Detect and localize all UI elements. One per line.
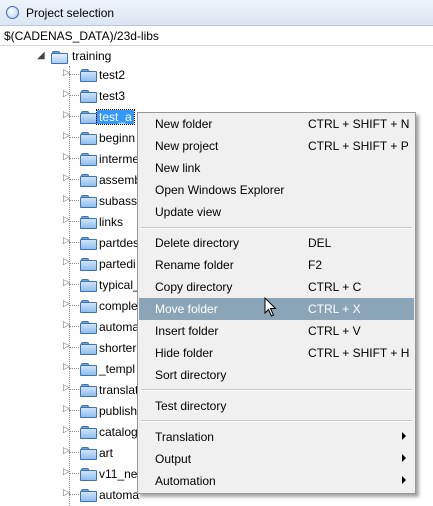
expand-arrow-icon[interactable]: ▷ — [63, 109, 70, 120]
expand-arrow-icon[interactable]: ▷ — [63, 466, 70, 477]
tree-item-label[interactable]: typical_ — [99, 278, 140, 292]
menu-separator — [141, 227, 412, 229]
folder-icon — [80, 195, 97, 208]
expand-arrow-icon[interactable]: ▷ — [63, 88, 70, 99]
folder-icon — [80, 447, 97, 460]
tree-item[interactable]: ▷ test3 — [0, 85, 433, 107]
globe-icon — [6, 6, 19, 19]
folder-icon — [80, 468, 97, 481]
tree-item-label[interactable]: catalog — [99, 425, 138, 439]
expand-arrow-icon[interactable]: ▷ — [63, 172, 70, 183]
folder-icon — [80, 216, 97, 229]
expand-arrow-icon[interactable]: ▷ — [63, 193, 70, 204]
menu-item-delete-directory[interactable]: Delete directory DEL — [139, 232, 414, 254]
path-text: $(CADENAS_DATA)/23d-libs — [4, 29, 159, 43]
menu-item-open-windows-explorer[interactable]: Open Windows Explorer — [139, 179, 414, 201]
menu-separator — [141, 389, 412, 391]
expand-arrow-icon[interactable]: ▷ — [63, 256, 70, 267]
expand-arrow-icon[interactable]: ▷ — [63, 277, 70, 288]
menu-item-insert-folder[interactable]: Insert folder CTRL + V — [139, 320, 414, 342]
folder-icon — [80, 321, 97, 334]
window-title: Project selection — [26, 6, 115, 20]
menu-item-output[interactable]: Output — [139, 448, 414, 470]
tree-item-label[interactable]: v11_ne — [99, 467, 137, 481]
expand-arrow-icon[interactable]: ▷ — [63, 130, 70, 141]
menu-separator — [141, 420, 412, 422]
collapse-arrow-icon[interactable]: ◢ — [37, 50, 45, 61]
folder-icon — [80, 69, 97, 82]
submenu-arrow-icon — [402, 454, 406, 462]
menu-item-update-view[interactable]: Update view — [139, 201, 414, 223]
expand-arrow-icon[interactable]: ▷ — [63, 382, 70, 393]
submenu-arrow-icon — [402, 432, 406, 440]
menu-item-copy-directory[interactable]: Copy directory CTRL + C — [139, 276, 414, 298]
tree-root-label[interactable]: training — [72, 49, 111, 63]
tree-item-label[interactable]: automa — [99, 320, 139, 334]
folder-icon — [80, 426, 97, 439]
folder-icon — [80, 111, 97, 124]
expand-arrow-icon[interactable]: ▷ — [63, 67, 70, 78]
folder-icon — [80, 237, 97, 250]
tree-item-label[interactable]: art — [99, 446, 113, 460]
submenu-arrow-icon — [402, 476, 406, 484]
folder-icon — [80, 384, 97, 397]
expand-arrow-icon[interactable]: ▷ — [63, 235, 70, 246]
menu-item-automation[interactable]: Automation — [139, 470, 414, 492]
expand-arrow-icon[interactable]: ▷ — [63, 319, 70, 330]
folder-icon — [80, 300, 97, 313]
tree-item-label[interactable]: partedi — [99, 257, 136, 271]
folder-icon — [80, 258, 97, 271]
menu-item-rename-folder[interactable]: Rename folder F2 — [139, 254, 414, 276]
tree-item-label[interactable]: test_a — [96, 109, 135, 125]
folder-icon — [80, 279, 97, 292]
tree-item-label[interactable]: test2 — [99, 68, 125, 82]
tree-root-row[interactable]: ◢ training — [0, 46, 433, 66]
tree-item-label[interactable]: publish — [99, 404, 137, 418]
expand-arrow-icon[interactable]: ▷ — [63, 361, 70, 372]
mouse-pointer-icon — [264, 297, 277, 317]
folder-icon — [80, 153, 97, 166]
title-bar: Project selection — [0, 0, 433, 26]
expand-arrow-icon[interactable]: ▷ — [63, 298, 70, 309]
path-bar: $(CADENAS_DATA)/23d-libs — [0, 26, 433, 46]
tree-item-label[interactable]: translat — [99, 383, 138, 397]
tree-item-label[interactable]: test3 — [99, 89, 125, 103]
expand-arrow-icon[interactable]: ▷ — [63, 445, 70, 456]
folder-icon — [80, 90, 97, 103]
expand-arrow-icon[interactable]: ▷ — [63, 151, 70, 162]
expand-arrow-icon[interactable]: ▷ — [63, 424, 70, 435]
tree-item[interactable]: ▷ test2 — [0, 64, 433, 86]
tree-item-label[interactable]: partdes — [99, 236, 139, 250]
tree-item-label[interactable]: _templ — [99, 362, 135, 376]
tree-item-label[interactable]: shorter — [99, 341, 136, 355]
expand-arrow-icon[interactable]: ▷ — [63, 403, 70, 414]
tree-item-label[interactable]: subass — [99, 194, 137, 208]
tree-item-label[interactable]: assemb — [99, 173, 141, 187]
folder-icon — [80, 132, 97, 145]
menu-item-new-link[interactable]: New link — [139, 157, 414, 179]
folder-icon — [80, 342, 97, 355]
folder-icon — [80, 405, 97, 418]
menu-item-translation[interactable]: Translation — [139, 426, 414, 448]
tree-item-label[interactable]: links — [99, 215, 123, 229]
menu-item-new-project[interactable]: New project CTRL + SHIFT + P — [139, 135, 414, 157]
menu-item-hide-folder[interactable]: Hide folder CTRL + SHIFT + H — [139, 342, 414, 364]
folder-icon — [80, 363, 97, 376]
folder-open-icon — [51, 51, 68, 64]
folder-icon — [80, 174, 97, 187]
menu-item-test-directory[interactable]: Test directory — [139, 395, 414, 417]
tree-item-label[interactable]: comple — [99, 299, 138, 313]
menu-item-sort-directory[interactable]: Sort directory — [139, 364, 414, 386]
expand-arrow-icon[interactable]: ▷ — [63, 340, 70, 351]
expand-arrow-icon[interactable]: ▷ — [63, 214, 70, 225]
tree-item-label[interactable]: interme — [99, 152, 139, 166]
menu-item-new-folder[interactable]: New folder CTRL + SHIFT + N — [139, 113, 414, 135]
tree-item-label[interactable]: beginn — [99, 131, 135, 145]
